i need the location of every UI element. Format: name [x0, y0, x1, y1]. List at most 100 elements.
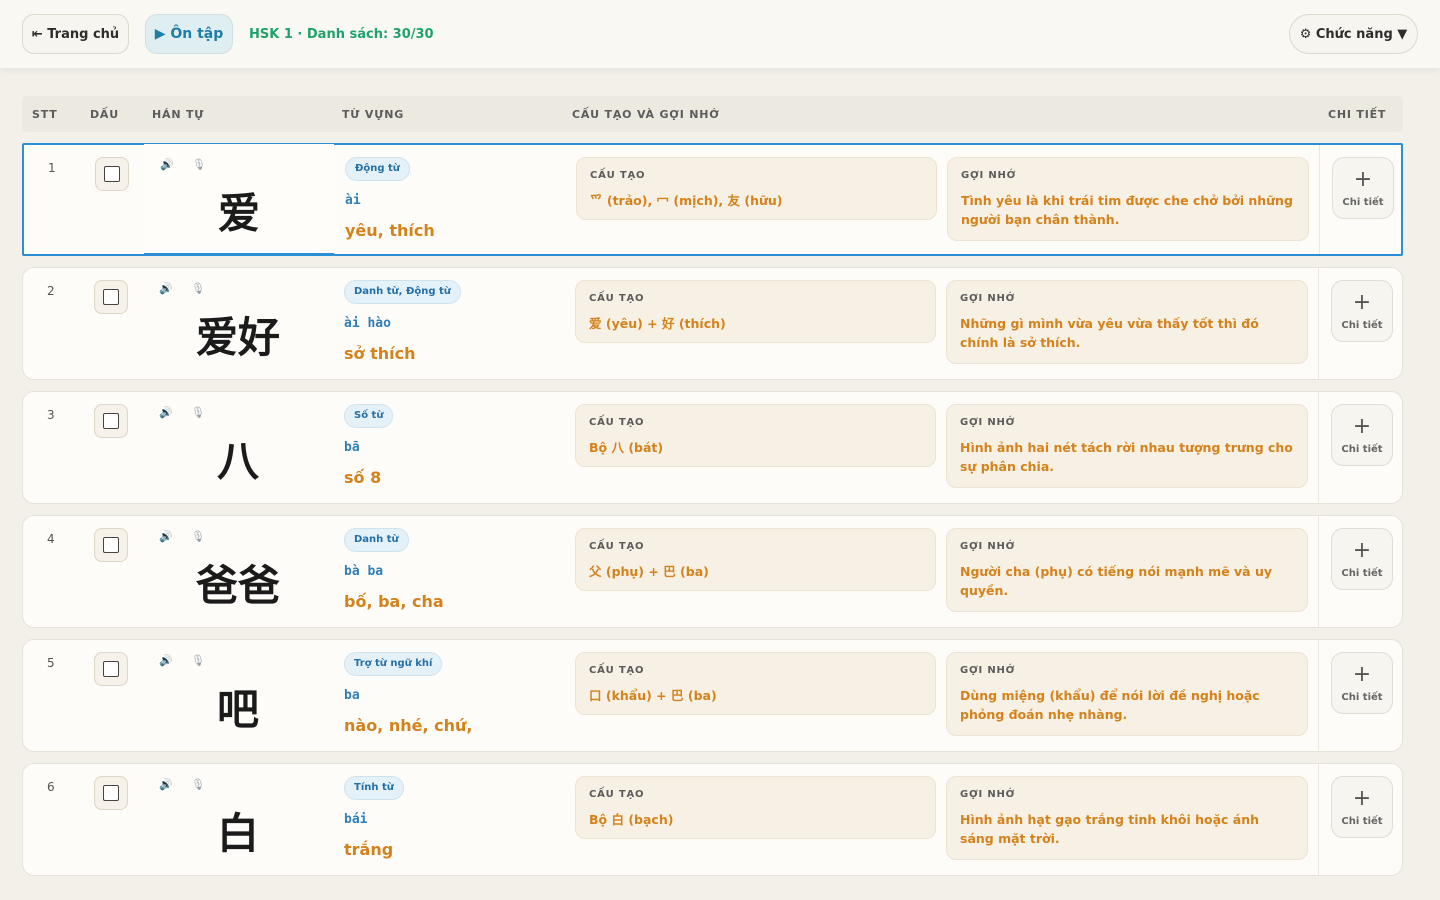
speaker-icon[interactable]: 🔊 [159, 654, 173, 667]
checkbox-box[interactable] [104, 166, 120, 182]
table-row[interactable]: 5 🔊 🎙 吧 Trợ từ ngữ khí ba nào, nhé, chứ,… [22, 639, 1403, 752]
checkbox-box[interactable] [103, 413, 119, 429]
mnemonic-card: GỢI NHỚ Hình ảnh hạt gạo trắng tinh khôi… [946, 776, 1308, 860]
plus-icon: + [1352, 537, 1372, 563]
row-number: 3 [47, 408, 55, 422]
detail-label: Chi tiết [1341, 815, 1383, 827]
pinyin-text: ài hào [344, 316, 391, 331]
microphone-icon[interactable]: 🎙 [191, 282, 205, 295]
detail-button[interactable]: + Chi tiết [1331, 280, 1393, 342]
detail-button[interactable]: + Chi tiết [1332, 157, 1394, 219]
column-divider [1319, 145, 1320, 254]
structure-title: CẤU TẠO [589, 541, 645, 552]
row-number: 6 [47, 780, 55, 794]
structure-title: CẤU TẠO [589, 665, 645, 676]
mnemonic-text: Hình ảnh hạt gạo trắng tinh khôi hoặc án… [960, 812, 1259, 846]
table-row[interactable]: 6 🔊 🎙 白 Tính từ bái trắng CẤU TẠO Bộ 白 (… [22, 763, 1403, 876]
row-number: 2 [47, 284, 55, 298]
column-divider [1318, 268, 1319, 379]
speaker-icon[interactable]: 🔊 [159, 530, 173, 543]
detail-button[interactable]: + Chi tiết [1331, 404, 1393, 466]
mark-checkbox[interactable] [94, 776, 128, 810]
structure-card: CẤU TẠO 爱 (yêu) + 好 (thích) [575, 280, 936, 343]
structure-text: Bộ 白 (bạch) [589, 812, 674, 827]
functions-menu-button[interactable]: ⚙ Chức năng ▼ [1289, 14, 1418, 54]
row-number: 5 [47, 656, 55, 670]
mark-checkbox[interactable] [94, 404, 128, 438]
header-structure: CẤU TẠO VÀ GỢI NHỚ [572, 108, 720, 121]
structure-text: Bộ 八 (bát) [589, 440, 664, 455]
mark-checkbox[interactable] [94, 528, 128, 562]
plus-icon: + [1352, 289, 1372, 315]
microphone-icon[interactable]: 🎙 [191, 778, 205, 791]
part-of-speech-badge: Số từ [344, 404, 394, 428]
meaning-text: số 8 [344, 468, 382, 487]
detail-label: Chi tiết [1342, 196, 1384, 208]
row-number: 1 [48, 161, 56, 175]
structure-card: CẤU TẠO 口 (khẩu) + 巴 (ba) [575, 652, 936, 715]
table-row[interactable]: 3 🔊 🎙 八 Số từ bā số 8 CẤU TẠO Bộ 八 (bát)… [22, 391, 1403, 504]
home-button[interactable]: ⇤ Trang chủ [22, 14, 129, 54]
checkbox-box[interactable] [103, 537, 119, 553]
part-of-speech-badge: Danh từ [344, 528, 409, 552]
checkbox-box[interactable] [103, 785, 119, 801]
microphone-icon[interactable]: 🎙 [191, 406, 205, 419]
mark-checkbox[interactable] [94, 652, 128, 686]
pinyin-text: bā [344, 440, 360, 455]
hanzi-text: 白 [216, 809, 259, 858]
mnemonic-card: GỢI NHỚ Người cha (phụ) có tiếng nói mạn… [946, 528, 1308, 612]
plus-icon: + [1352, 785, 1372, 811]
structure-title: CẤU TẠO [589, 293, 645, 304]
structure-card: CẤU TẠO 爫 (trảo), 冖 (mịch), 友 (hữu) [576, 157, 937, 220]
mark-checkbox[interactable] [94, 280, 128, 314]
detail-button[interactable]: + Chi tiết [1331, 776, 1393, 838]
meaning-text: bố, ba, cha [344, 592, 444, 611]
structure-text: 爱 (yêu) + 好 (thích) [589, 316, 726, 331]
list-status: HSK 1 · Danh sách: 30/30 [249, 26, 434, 42]
hanzi-cell: 🔊 🎙 爱 [144, 144, 334, 255]
mnemonic-text: Tình yêu là khi trái tim được che chở bở… [961, 193, 1293, 227]
hanzi-text: 爸爸 [195, 561, 280, 610]
microphone-icon[interactable]: 🎙 [191, 530, 205, 543]
part-of-speech-badge: Trợ từ ngữ khí [344, 652, 443, 676]
microphone-icon[interactable]: 🎙 [192, 158, 206, 171]
hanzi-text: 爱好 [195, 313, 280, 362]
header-vocab: TỪ VỰNG [342, 108, 405, 121]
pinyin-text: bái [344, 812, 368, 827]
mnemonic-title: GỢI NHỚ [960, 417, 1016, 428]
pinyin-text: bà ba [344, 564, 384, 579]
pinyin-text: ba [344, 688, 360, 703]
checkbox-box[interactable] [103, 661, 119, 677]
mark-checkbox[interactable] [95, 157, 129, 191]
detail-button[interactable]: + Chi tiết [1331, 652, 1393, 714]
mnemonic-text: Những gì mình vừa yêu vừa thấy tốt thì đ… [960, 316, 1259, 350]
detail-label: Chi tiết [1341, 319, 1383, 331]
mnemonic-title: GỢI NHỚ [960, 789, 1016, 800]
mnemonic-card: GỢI NHỚ Những gì mình vừa yêu vừa thấy t… [946, 280, 1308, 364]
plus-icon: + [1353, 166, 1373, 192]
part-of-speech-badge: Danh từ, Động từ [344, 280, 461, 304]
meaning-text: trắng [344, 840, 394, 859]
plus-icon: + [1352, 661, 1372, 687]
speaker-icon[interactable]: 🔊 [159, 282, 173, 295]
header-hanzi: HÁN TỰ [152, 108, 205, 121]
pinyin-text: ài [345, 193, 361, 208]
structure-title: CẤU TẠO [589, 789, 645, 800]
detail-button[interactable]: + Chi tiết [1331, 528, 1393, 590]
structure-card: CẤU TẠO Bộ 八 (bát) [575, 404, 936, 467]
hanzi-cell: 🔊 🎙 爱好 [143, 268, 333, 379]
row-number: 4 [47, 532, 55, 546]
speaker-icon[interactable]: 🔊 [160, 158, 174, 171]
hanzi-cell: 🔊 🎙 八 [143, 392, 333, 503]
header-mark: DẤU [90, 108, 119, 121]
detail-label: Chi tiết [1341, 567, 1383, 579]
review-button[interactable]: ▶ Ôn tập [145, 14, 233, 54]
table-row[interactable]: 4 🔊 🎙 爸爸 Danh từ bà ba bố, ba, cha CẤU T… [22, 515, 1403, 628]
table-row[interactable]: 1 🔊 🎙 爱 Động từ ài yêu, thích CẤU TẠO 爫 … [22, 143, 1403, 256]
speaker-icon[interactable]: 🔊 [159, 406, 173, 419]
microphone-icon[interactable]: 🎙 [191, 654, 205, 667]
mnemonic-card: GỢI NHỚ Dùng miệng (khẩu) để nói lời đề … [946, 652, 1308, 736]
speaker-icon[interactable]: 🔊 [159, 778, 173, 791]
checkbox-box[interactable] [103, 289, 119, 305]
table-row[interactable]: 2 🔊 🎙 爱好 Danh từ, Động từ ài hào sở thíc… [22, 267, 1403, 380]
